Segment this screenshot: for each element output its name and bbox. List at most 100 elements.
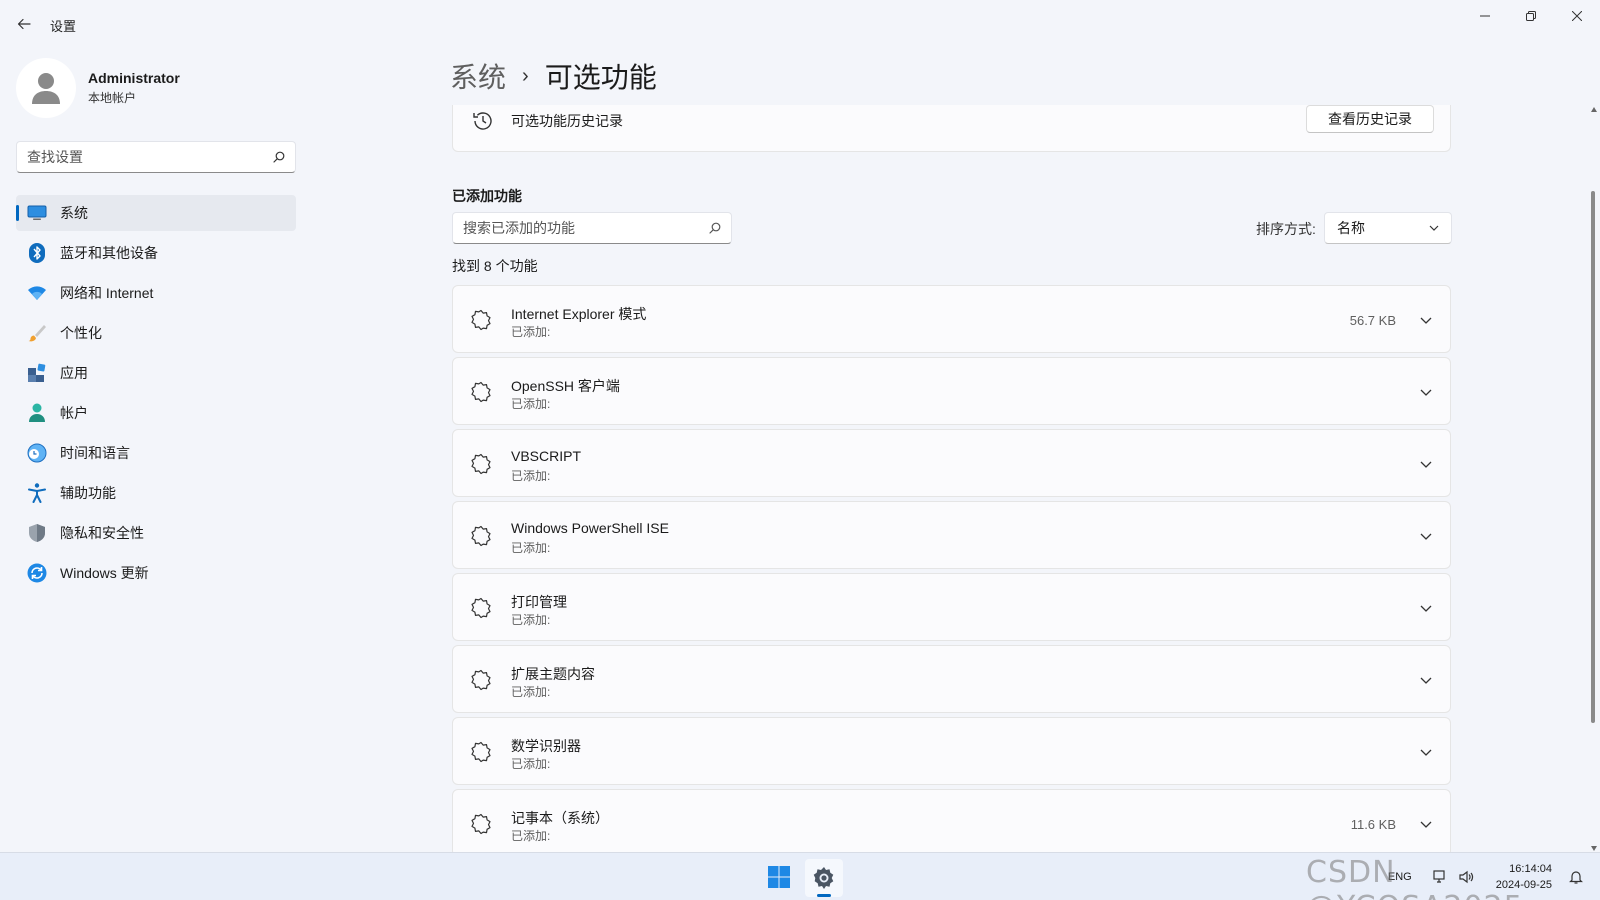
sidebar-item-system[interactable]: 系统 xyxy=(16,195,296,231)
feature-count: 找到 8 个功能 xyxy=(452,258,538,274)
sidebar-item-time-language[interactable]: 时间和语言 xyxy=(16,435,296,471)
back-button[interactable] xyxy=(10,10,38,38)
sidebar-item-label: 蓝牙和其他设备 xyxy=(60,245,158,261)
sidebar-item-label: Windows 更新 xyxy=(60,565,149,581)
windows-logo-icon xyxy=(768,866,790,888)
vertical-scrollbar[interactable] xyxy=(1590,105,1598,853)
sidebar-item-bluetooth[interactable]: 蓝牙和其他设备 xyxy=(16,235,296,271)
puzzle-gear-icon xyxy=(471,597,491,619)
sidebar-item-label: 隐私和安全性 xyxy=(60,525,144,541)
puzzle-gear-icon xyxy=(471,813,491,835)
section-title: 已添加功能 xyxy=(452,188,522,204)
chevron-down-icon[interactable] xyxy=(1416,742,1436,762)
bluetooth-icon xyxy=(26,242,48,264)
sidebar-item-label: 系统 xyxy=(60,205,88,221)
sidebar-item-label: 应用 xyxy=(60,365,88,381)
chevron-down-icon[interactable] xyxy=(1416,382,1436,402)
scroll-up-arrow-icon[interactable] xyxy=(1590,105,1598,115)
feature-status: 已添加: xyxy=(511,757,551,771)
feature-search[interactable] xyxy=(452,212,732,244)
page-title: 可选功能 xyxy=(544,62,657,93)
window-controls xyxy=(1462,0,1600,32)
watermark: CSDN @YCOSA2025 xyxy=(1306,855,1523,900)
profile-account-type: 本地帐户 xyxy=(88,91,137,105)
feature-status: 已添加: xyxy=(511,397,551,411)
history-label: 可选功能历史记录 xyxy=(511,113,623,129)
sidebar-item-personalization[interactable]: 个性化 xyxy=(16,315,296,351)
chevron-down-icon[interactable] xyxy=(1416,814,1436,834)
active-app-indicator xyxy=(817,894,831,897)
title-bar: 设置 xyxy=(0,0,1600,46)
sidebar-item-label: 辅助功能 xyxy=(60,485,116,501)
feature-row-vbscript[interactable]: VBSCRIPT 已添加: xyxy=(452,429,1451,497)
feature-status: 已添加: xyxy=(511,325,551,339)
feature-name: Windows PowerShell ISE xyxy=(511,520,669,536)
feature-status: 已添加: xyxy=(511,829,551,843)
gear-icon xyxy=(813,867,834,889)
minimize-icon xyxy=(1480,15,1490,17)
minimize-button[interactable] xyxy=(1462,0,1508,32)
chevron-down-icon[interactable] xyxy=(1416,310,1436,330)
sidebar-item-apps[interactable]: 应用 xyxy=(16,355,296,391)
close-icon xyxy=(1572,11,1582,21)
chevron-down-icon[interactable] xyxy=(1416,454,1436,474)
sidebar-item-privacy[interactable]: 隐私和安全性 xyxy=(16,515,296,551)
feature-status: 已添加: xyxy=(511,541,551,555)
feature-row-powershell-ise[interactable]: Windows PowerShell ISE 已添加: xyxy=(452,501,1451,569)
feature-row-extended-theme[interactable]: 扩展主题内容 已添加: xyxy=(452,645,1451,713)
puzzle-gear-icon xyxy=(471,525,491,547)
history-icon xyxy=(473,112,492,130)
puzzle-gear-icon xyxy=(471,453,491,475)
wifi-icon xyxy=(26,282,48,304)
feature-row-ie-mode[interactable]: Internet Explorer 模式 已添加: 56.7 KB xyxy=(452,285,1451,353)
chevron-down-icon xyxy=(1429,225,1439,231)
update-icon xyxy=(26,562,48,584)
restore-button[interactable] xyxy=(1508,0,1554,32)
history-card: 可选功能历史记录 查看历史记录 xyxy=(452,105,1451,152)
settings-search-input[interactable] xyxy=(27,149,273,165)
globe-clock-icon xyxy=(26,442,48,464)
sort-dropdown[interactable]: 名称 xyxy=(1324,212,1452,244)
feature-status: 已添加: xyxy=(511,469,551,483)
profile-name: Administrator xyxy=(88,70,180,86)
close-button[interactable] xyxy=(1554,0,1600,32)
avatar xyxy=(16,58,76,118)
breadcrumb-parent[interactable]: 系统 xyxy=(450,56,506,96)
sidebar-item-accessibility[interactable]: 辅助功能 xyxy=(16,475,296,511)
sidebar-nav: 系统 蓝牙和其他设备 网络和 Internet 个性化 应用 帐户 时间和语言 … xyxy=(16,195,296,595)
puzzle-gear-icon xyxy=(471,309,491,331)
settings-taskbar-button[interactable] xyxy=(805,859,843,897)
feature-row-print-management[interactable]: 打印管理 已添加: xyxy=(452,573,1451,641)
sidebar-item-network[interactable]: 网络和 Internet xyxy=(16,275,296,311)
breadcrumb-separator: › xyxy=(522,64,529,87)
feature-row-notepad[interactable]: 记事本（系统） 已添加: 11.6 KB xyxy=(452,789,1451,857)
user-profile[interactable]: Administrator 本地帐户 xyxy=(16,58,180,118)
chevron-down-icon[interactable] xyxy=(1416,670,1436,690)
puzzle-gear-icon xyxy=(471,741,491,763)
sidebar-item-accounts[interactable]: 帐户 xyxy=(16,395,296,431)
sidebar-item-label: 帐户 xyxy=(60,405,88,421)
apps-icon xyxy=(26,362,48,384)
view-history-button[interactable]: 查看历史记录 xyxy=(1306,105,1434,133)
feature-row-math-recognizer[interactable]: 数学识别器 已添加: xyxy=(452,717,1451,785)
brush-icon xyxy=(26,322,48,344)
feature-name: VBSCRIPT xyxy=(511,448,582,464)
sidebar-item-windows-update[interactable]: Windows 更新 xyxy=(16,555,296,591)
chevron-down-icon[interactable] xyxy=(1416,526,1436,546)
shield-icon xyxy=(26,522,48,544)
feature-list: Internet Explorer 模式 已添加: 56.7 KB OpenSS… xyxy=(452,285,1451,861)
chevron-down-icon[interactable] xyxy=(1416,598,1436,618)
puzzle-gear-icon xyxy=(471,669,491,691)
sidebar-item-label: 网络和 Internet xyxy=(60,285,154,301)
app-title: 设置 xyxy=(50,19,77,34)
feature-row-openssh[interactable]: OpenSSH 客户端 已添加: xyxy=(452,357,1451,425)
feature-search-input[interactable] xyxy=(463,220,709,236)
breadcrumb: 系统 › 可选功能 xyxy=(450,56,657,96)
feature-size: 56.7 KB xyxy=(1349,313,1396,328)
arrow-left-icon xyxy=(17,18,31,30)
feature-name: 数学识别器 xyxy=(511,738,581,754)
scroll-thumb[interactable] xyxy=(1591,191,1595,723)
settings-search[interactable] xyxy=(16,141,296,173)
start-button[interactable] xyxy=(763,861,795,893)
monitor-icon xyxy=(26,202,48,224)
